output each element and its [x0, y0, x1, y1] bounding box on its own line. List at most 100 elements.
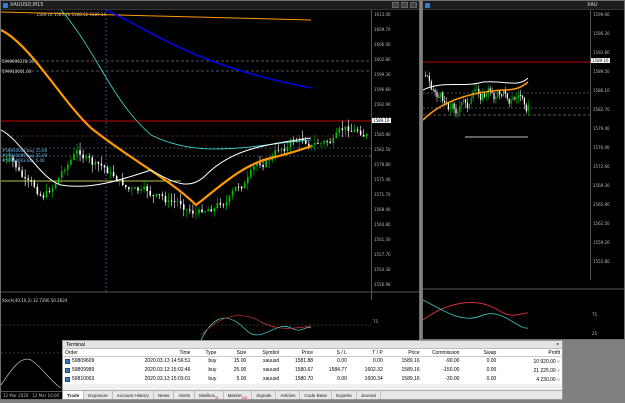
- column-header-type[interactable]: Type: [192, 349, 218, 356]
- column-header-order[interactable]: Order: [63, 349, 118, 356]
- candle-body: [457, 111, 459, 114]
- candle-body: [286, 147, 289, 152]
- table-row[interactable]: 59809609 2020.03.13 14:56:51 buy 15.00 x…: [63, 357, 562, 366]
- tab-experts[interactable]: Experts: [332, 391, 357, 399]
- column-header-swap[interactable]: Swap: [461, 349, 498, 356]
- tab-journal[interactable]: Journal: [357, 391, 381, 399]
- candle-body: [277, 149, 280, 151]
- table-row[interactable]: 59810003 2020.03.13 15:03:01 buy 5.00 xa…: [63, 375, 562, 384]
- price-tick-label: 1572.60: [593, 164, 610, 169]
- order-commission: -90.00: [445, 358, 460, 364]
- column-header-symbol[interactable]: Symbol: [248, 349, 281, 356]
- chart-window-xau[interactable]: XAU 1599.60 1596.20 1592.80 1589.50 1586.10 1…: [422, 0, 625, 340]
- price-tick-label: 1559.20: [593, 240, 610, 245]
- candle-body: [483, 93, 486, 97]
- ma-line-orange: [1, 29, 312, 207]
- tab-market[interactable]: Market110: [224, 391, 253, 400]
- close-position-icon[interactable]: ✕: [557, 377, 560, 382]
- column-header-tp[interactable]: T / P: [349, 349, 385, 356]
- terminal-panel[interactable]: Terminal × Order Time Type Size Symbol P…: [62, 340, 563, 400]
- chart-window-title: XAU: [587, 2, 598, 8]
- column-header-size[interactable]: Size: [218, 349, 248, 356]
- stochastic-level-75: 75: [373, 319, 379, 324]
- candle-body: [94, 162, 97, 165]
- candle-body: [219, 202, 222, 205]
- candle-body: [140, 189, 142, 191]
- order-tp[interactable]: 1602.32: [349, 366, 385, 375]
- order-sl[interactable]: 1584.77: [315, 366, 349, 375]
- candle-body: [451, 103, 453, 108]
- order-tp[interactable]: 1600.34: [349, 375, 385, 384]
- price-tick-label: 1576.00: [593, 145, 610, 150]
- candle-body: [64, 169, 66, 171]
- price-tick-label: 1606.00: [374, 42, 391, 47]
- candle-body: [21, 170, 23, 177]
- tab-news[interactable]: News: [154, 391, 175, 399]
- candle-body: [470, 98, 472, 104]
- order-sl[interactable]: 0.00: [315, 357, 349, 366]
- chart-window-title-bar[interactable]: XAUUSD,M15: [1, 1, 419, 10]
- price-tick-label: 1571.70: [374, 192, 391, 197]
- candle-body: [134, 187, 136, 189]
- candle-body: [317, 142, 319, 144]
- tab-trade[interactable]: Trade: [63, 391, 85, 399]
- tab-account-history[interactable]: Account History: [113, 391, 154, 399]
- chart-window-title-bar[interactable]: XAU: [423, 1, 624, 10]
- order-symbol: xauusd: [263, 367, 280, 373]
- column-header-time[interactable]: Time: [118, 349, 193, 356]
- candle-body: [329, 141, 331, 144]
- candle-body: [259, 163, 261, 165]
- column-header-current-price[interactable]: Price: [385, 349, 422, 356]
- price-axis[interactable]: 1613.00 1609.70 1606.00 1602.80 1599.30 1596.…: [371, 10, 419, 300]
- column-header-profit[interactable]: Profit: [498, 349, 562, 356]
- close-button[interactable]: [410, 2, 417, 8]
- chart-window-title: XAUUSD,M15: [10, 2, 44, 8]
- price-tick-label: 1565.90: [593, 202, 610, 207]
- tab-signals[interactable]: Signals: [252, 391, 277, 399]
- candle-body: [365, 133, 368, 137]
- price-tick-label: 1592.80: [593, 50, 610, 55]
- candle-body: [143, 186, 145, 190]
- close-icon[interactable]: ×: [556, 341, 559, 349]
- order-tp[interactable]: 0.00: [349, 357, 385, 366]
- terminal-tabs: Trade Exposure Account History News Alerts Ma…: [63, 390, 562, 400]
- candle-body: [125, 185, 127, 188]
- candle-body: [60, 170, 63, 178]
- tab-code-base[interactable]: Code Base: [300, 391, 333, 399]
- price-tick-label: 1609.70: [374, 27, 391, 32]
- price-axis[interactable]: 1599.60 1596.20 1592.80 1589.50 1586.10 1582.…: [590, 10, 624, 280]
- candle-body: [455, 108, 457, 114]
- ask-price-tag: 1589.16: [591, 58, 610, 63]
- minimize-button[interactable]: [392, 2, 399, 8]
- candle-body: [146, 186, 148, 191]
- tab-articles[interactable]: Articles: [276, 391, 301, 399]
- tab-label: Alerts: [178, 393, 191, 398]
- candle-body: [474, 89, 476, 92]
- stochastic-level-75: 75: [592, 312, 598, 317]
- maximize-button[interactable]: [401, 2, 408, 8]
- order-line-label-2: 599910001.00: [2, 69, 32, 74]
- column-header-price[interactable]: Price: [281, 349, 315, 356]
- close-position-icon[interactable]: ✕: [557, 359, 560, 364]
- price-tick-label: 1599.60: [593, 12, 610, 17]
- order-sl[interactable]: 0.00: [315, 375, 349, 384]
- close-position-icon[interactable]: ✕: [557, 368, 560, 373]
- candle-body: [195, 213, 197, 215]
- column-header-sl[interactable]: S / L: [315, 349, 349, 356]
- terminal-title-bar[interactable]: Terminal ×: [63, 341, 562, 349]
- candle-body: [495, 96, 497, 100]
- candle-body: [527, 105, 529, 112]
- table-row[interactable]: 59809989 2020.03.13 15:02:46 buy 25.00 x…: [63, 366, 562, 375]
- candle-body: [131, 188, 133, 190]
- candle-body: [274, 149, 277, 156]
- tab-exposure[interactable]: Exposure: [84, 391, 113, 399]
- tab-mailbox[interactable]: Mailbox11: [195, 391, 224, 400]
- order-icon: [65, 377, 70, 382]
- price-tick-label: 1602.80: [374, 57, 391, 62]
- column-header-commission[interactable]: Commission: [422, 349, 462, 356]
- tab-alerts[interactable]: Alerts: [174, 391, 196, 399]
- candle-body: [247, 177, 249, 184]
- candle-body: [436, 92, 438, 97]
- stochastic-tail: [1, 358, 62, 389]
- tab-label: Market: [227, 393, 242, 398]
